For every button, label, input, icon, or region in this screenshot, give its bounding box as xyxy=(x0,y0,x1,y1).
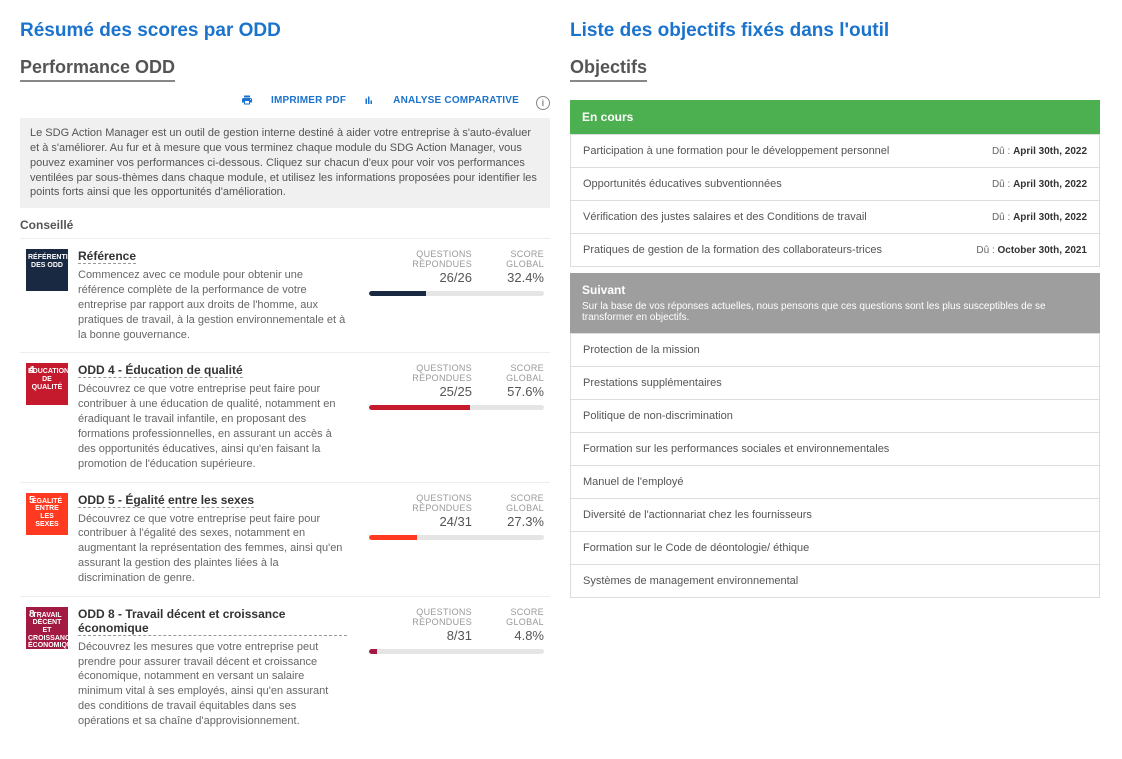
module-desc: Découvrez ce que votre entreprise peut f… xyxy=(78,512,347,586)
objective-label: Diversité de l'actionnariat chez les fou… xyxy=(583,509,812,521)
score-global: 32.4% xyxy=(482,270,544,285)
suggested-objective-row[interactable]: Systèmes de management environnemental xyxy=(570,565,1100,598)
module-desc: Découvrez ce que votre entreprise peut f… xyxy=(78,382,347,471)
in-progress-header: En cours xyxy=(570,100,1100,134)
objective-label: Opportunités éducatives subventionnées xyxy=(583,178,782,190)
objective-due: Dû : April 30th, 2022 xyxy=(992,146,1087,157)
suggested-objective-row[interactable]: Diversité de l'actionnariat chez les fou… xyxy=(570,499,1100,532)
sdg-icon: RÉFÉRENTIEL DES ODD xyxy=(26,249,68,291)
objective-row[interactable]: Vérification des justes salaires et des … xyxy=(570,201,1100,234)
objective-label: Vérification des justes salaires et des … xyxy=(583,211,867,223)
module-desc: Découvrez les mesures que votre entrepri… xyxy=(78,640,347,729)
score-global: 4.8% xyxy=(482,628,544,643)
analyse-comparative-button[interactable]: ANALYSE COMPARATIVE xyxy=(363,94,519,106)
suggested-objective-row[interactable]: Formation sur le Code de déontologie/ ét… xyxy=(570,532,1100,565)
module-stats: QUESTIONS RÉPONDUESSCORE GLOBAL 24/3127.… xyxy=(362,493,544,540)
bar-chart-icon xyxy=(363,94,375,106)
questions-answered: 24/31 xyxy=(362,514,472,529)
sdg-icon: 5 ÉGALITÉ ENTRE LES SEXES xyxy=(26,493,68,535)
module-title[interactable]: ODD 4 - Éducation de qualité xyxy=(78,363,243,378)
module-title[interactable]: Référence xyxy=(78,249,136,264)
objective-label: Politique de non-discrimination xyxy=(583,410,733,422)
suggested-objective-row[interactable]: Manuel de l'employé xyxy=(570,466,1100,499)
progress-bar xyxy=(369,535,544,540)
score-global: 27.3% xyxy=(482,514,544,529)
objective-label: Formation sur le Code de déontologie/ ét… xyxy=(583,542,809,554)
section-title-objectives: Liste des objectifs fixés dans l'outil xyxy=(570,20,1100,42)
objective-due: Dû : October 30th, 2021 xyxy=(976,245,1087,256)
suggested-objective-row[interactable]: Politique de non-discrimination xyxy=(570,400,1100,433)
questions-answered: 25/25 xyxy=(362,384,472,399)
section-title-scores: Résumé des scores par ODD xyxy=(20,20,550,42)
suggested-objective-row[interactable]: Formation sur les performances sociales … xyxy=(570,433,1100,466)
module-row[interactable]: RÉFÉRENTIEL DES ODD Référence Commencez … xyxy=(20,238,550,352)
progress-bar xyxy=(369,405,544,410)
module-row[interactable]: 4 ÉDUCATION DE QUALITÉ ODD 4 - Éducation… xyxy=(20,352,550,481)
module-title[interactable]: ODD 8 - Travail décent et croissance éco… xyxy=(78,607,347,636)
module-row[interactable]: 5 ÉGALITÉ ENTRE LES SEXES ODD 5 - Égalit… xyxy=(20,482,550,596)
objective-label: Participation à une formation pour le dé… xyxy=(583,145,889,157)
objective-label: Protection de la mission xyxy=(583,344,700,356)
objective-label: Formation sur les performances sociales … xyxy=(583,443,889,455)
panel-heading-performance: Performance ODD xyxy=(20,57,175,82)
module-stats: QUESTIONS RÉPONDUESSCORE GLOBAL 26/2632.… xyxy=(362,249,544,296)
objective-label: Systèmes de management environnemental xyxy=(583,575,798,587)
score-global: 57.6% xyxy=(482,384,544,399)
scores-panel: Résumé des scores par ODD Performance OD… xyxy=(20,20,550,739)
module-title[interactable]: ODD 5 - Égalité entre les sexes xyxy=(78,493,254,508)
objective-label: Pratiques de gestion de la formation des… xyxy=(583,244,882,256)
objectives-panel: Liste des objectifs fixés dans l'outil O… xyxy=(570,20,1100,739)
objective-row[interactable]: Opportunités éducatives subventionnées D… xyxy=(570,168,1100,201)
objective-due: Dû : April 30th, 2022 xyxy=(992,212,1087,223)
sdg-icon: 4 ÉDUCATION DE QUALITÉ xyxy=(26,363,68,405)
progress-bar xyxy=(369,649,544,654)
objective-row[interactable]: Participation à une formation pour le dé… xyxy=(570,134,1100,168)
recommended-label: Conseillé xyxy=(20,218,550,232)
intro-text: Le SDG Action Manager est un outil de ge… xyxy=(20,118,550,208)
questions-answered: 8/31 xyxy=(362,628,472,643)
objective-label: Manuel de l'employé xyxy=(583,476,684,488)
sdg-icon: 8 TRAVAIL DÉCENT ET CROISSANCE ÉCONOMIQU… xyxy=(26,607,68,649)
module-stats: QUESTIONS RÉPONDUESSCORE GLOBAL 25/2557.… xyxy=(362,363,544,410)
questions-answered: 26/26 xyxy=(362,270,472,285)
objective-due: Dû : April 30th, 2022 xyxy=(992,179,1087,190)
objective-label: Prestations supplémentaires xyxy=(583,377,722,389)
module-desc: Commencez avec ce module pour obtenir un… xyxy=(78,268,347,342)
suggested-objective-row[interactable]: Prestations supplémentaires xyxy=(570,367,1100,400)
info-icon[interactable]: i xyxy=(536,96,550,110)
printer-icon xyxy=(241,94,253,106)
suggested-objective-row[interactable]: Protection de la mission xyxy=(570,333,1100,367)
objective-row[interactable]: Pratiques de gestion de la formation des… xyxy=(570,234,1100,267)
print-pdf-button[interactable]: IMPRIMER PDF xyxy=(241,94,346,106)
actions-row: IMPRIMER PDF ANALYSE COMPARATIVE i xyxy=(20,94,550,110)
next-header: Suivant Sur la base de vos réponses actu… xyxy=(570,273,1100,333)
module-row[interactable]: 8 TRAVAIL DÉCENT ET CROISSANCE ÉCONOMIQU… xyxy=(20,596,550,739)
module-stats: QUESTIONS RÉPONDUESSCORE GLOBAL 8/314.8% xyxy=(362,607,544,654)
progress-bar xyxy=(369,291,544,296)
panel-heading-objectives: Objectifs xyxy=(570,57,647,82)
